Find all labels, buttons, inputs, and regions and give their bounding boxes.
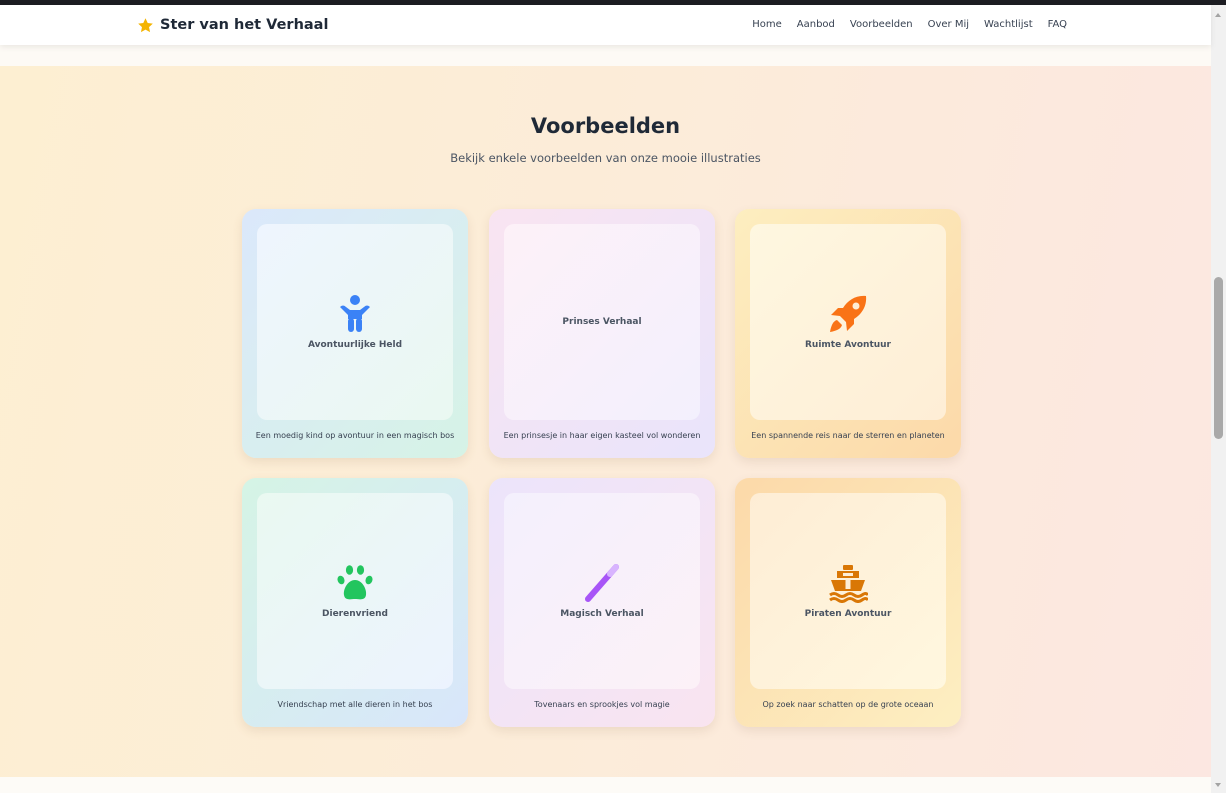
card-caption: Een moedig kind op avontuur in een magis… (255, 431, 455, 440)
ship-icon (829, 565, 868, 603)
nav-item-voorbeelden[interactable]: Voorbeelden (850, 19, 913, 30)
paw-icon (337, 565, 373, 600)
card-illustration: Dierenvriend (257, 493, 453, 689)
nav-item-aanbod[interactable]: Aanbod (797, 19, 835, 30)
nav-item-wachtlijst[interactable]: Wachtlijst (984, 19, 1033, 30)
card-caption: Vriendschap met alle dieren in het bos (277, 700, 433, 709)
card-caption: Een prinsesje in haar eigen kasteel vol … (503, 431, 701, 440)
nav-item-home[interactable]: Home (752, 19, 782, 30)
rocket-icon (830, 295, 867, 332)
card-illustration: Avontuurlijke Held (257, 224, 453, 420)
magic-wand-icon (585, 564, 619, 602)
card-title: Prinses Verhaal (562, 317, 642, 327)
example-card-prinses-verhaal[interactable]: Prinses Verhaal Een prinsesje in haar ei… (489, 209, 715, 458)
section-subtitle: Bekijk enkele voorbeelden van onze mooie… (450, 151, 761, 165)
card-illustration: Magisch Verhaal (504, 493, 700, 689)
page-scrollbar[interactable] (1211, 5, 1226, 793)
example-card-avontuurlijke-held[interactable]: Avontuurlijke Held Een moedig kind op av… (242, 209, 468, 458)
site-header: Ster van het Verhaal Home Aanbod Voorbee… (0, 5, 1211, 45)
next-section-edge (0, 777, 1211, 793)
card-illustration: Piraten Avontuur (750, 493, 946, 689)
section-title: Voorbeelden (530, 114, 681, 138)
card-illustration: Prinses Verhaal (504, 224, 700, 420)
nav-item-over-mij[interactable]: Over Mij (928, 19, 969, 30)
star-icon (138, 17, 153, 32)
card-title: Piraten Avontuur (804, 609, 892, 619)
card-caption: Een spannende reis naar de sterren en pl… (751, 431, 945, 440)
example-card-piraten-avontuur[interactable]: Piraten Avontuur Op zoek naar schatten o… (735, 478, 961, 727)
nav-item-faq[interactable]: FAQ (1048, 19, 1067, 30)
scroll-down-arrow-icon[interactable] (1215, 783, 1221, 787)
card-title: Dierenvriend (322, 609, 388, 619)
child-icon (340, 295, 370, 332)
card-title: Avontuurlijke Held (307, 340, 403, 350)
scrollbar-thumb[interactable] (1214, 277, 1223, 439)
example-card-dierenvriend[interactable]: Dierenvriend Vriendschap met alle dieren… (242, 478, 468, 727)
card-caption: Tovenaars en sprookjes vol magie (534, 700, 670, 709)
scroll-up-arrow-icon[interactable] (1215, 13, 1221, 17)
card-title: Magisch Verhaal (560, 609, 644, 619)
main-nav: Home Aanbod Voorbeelden Over Mij Wachtli… (752, 19, 1067, 30)
brand-name: Ster van het Verhaal (160, 17, 329, 33)
card-title: Ruimte Avontuur (805, 340, 891, 350)
card-caption: Op zoek naar schatten op de grote oceaan (762, 700, 934, 709)
brand-logo[interactable]: Ster van het Verhaal (137, 15, 328, 35)
example-card-ruimte-avontuur[interactable]: Ruimte Avontuur Een spannende reis naar … (735, 209, 961, 458)
card-illustration: Ruimte Avontuur (750, 224, 946, 420)
example-card-magisch-verhaal[interactable]: Magisch Verhaal Tovenaars en sprookjes v… (489, 478, 715, 727)
